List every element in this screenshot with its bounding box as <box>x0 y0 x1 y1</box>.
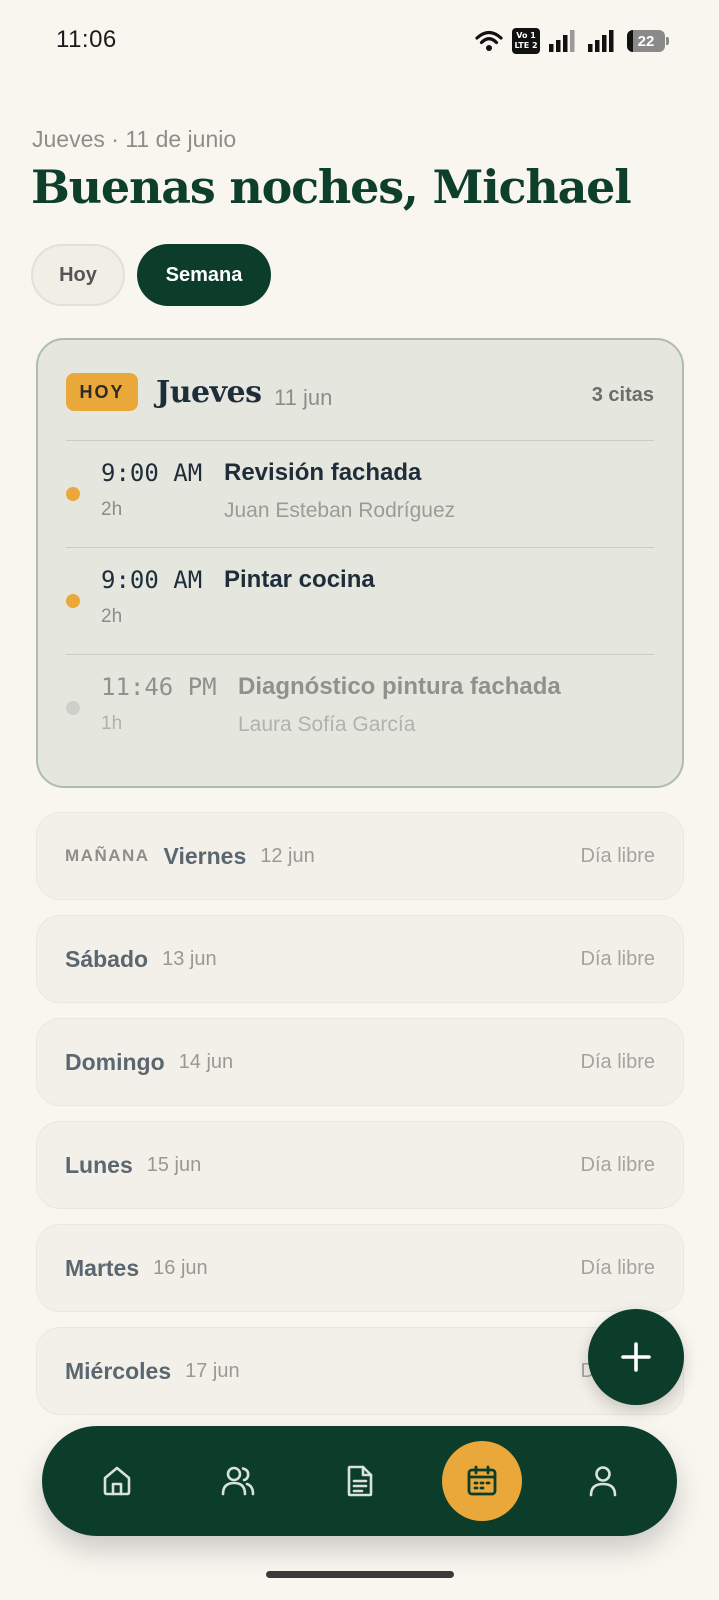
day-date: 12 jun <box>260 844 315 867</box>
appointment-item[interactable]: 9:00 AM 2h Pintar cocina <box>38 550 682 655</box>
wifi-icon <box>475 30 503 51</box>
nav-profile[interactable] <box>563 1441 643 1521</box>
battery-icon: 22 <box>627 30 669 52</box>
divider <box>66 654 654 655</box>
day-date: 14 jun <box>178 1050 234 1073</box>
day-status: Día libre <box>580 947 655 970</box>
signal-icon <box>588 30 614 52</box>
day-date: 16 jun <box>153 1256 208 1279</box>
status-dot <box>66 701 80 715</box>
day-name: Sábado <box>65 945 149 972</box>
divider <box>66 547 654 548</box>
appointment-time: 9:00 AM <box>101 566 203 594</box>
nav-calendar[interactable] <box>442 1441 522 1521</box>
today-card[interactable]: HOY Jueves 11 jun 3 citas 9:00 AM 2h Rev… <box>36 338 684 788</box>
day-tag: MAÑANA <box>65 846 150 865</box>
appointment-duration: 2h <box>101 606 123 627</box>
appointment-item[interactable]: 9:00 AM 2h Revisión fachada Juan Esteban… <box>38 443 682 548</box>
user-icon <box>589 1466 617 1497</box>
divider <box>66 440 654 441</box>
day-name: Miércoles <box>65 1357 172 1384</box>
status-icons: Vo 1 LTE 2 22 <box>475 28 669 54</box>
day-row-lunes[interactable]: Lunes 15 jun Día libre <box>36 1121 684 1209</box>
add-appointment-button[interactable] <box>588 1309 684 1405</box>
day-row-martes[interactable]: Martes 16 jun Día libre <box>36 1224 684 1312</box>
day-status: Día libre <box>580 1153 655 1176</box>
toggle-semana[interactable]: Semana <box>137 244 271 306</box>
day-status: Día libre <box>580 844 655 867</box>
signal-icon <box>549 30 575 52</box>
status-time: 11:06 <box>56 26 117 53</box>
nav-home[interactable] <box>77 1441 157 1521</box>
document-icon <box>347 1465 373 1497</box>
volte-top: Vo 1 <box>516 31 536 40</box>
day-row-viernes[interactable]: MAÑANA Viernes 12 jun Día libre <box>36 812 684 900</box>
appointment-title: Diagnóstico pintura fachada <box>238 673 561 700</box>
day-status: Día libre <box>580 1050 655 1073</box>
users-icon <box>221 1466 255 1496</box>
plus-icon <box>621 1342 651 1372</box>
day-name: Lunes <box>65 1151 133 1178</box>
appointment-count: 3 citas <box>591 384 654 406</box>
appointment-item[interactable]: 11:46 PM 1h Diagnóstico pintura fachada … <box>38 657 682 762</box>
home-icon <box>103 1466 131 1496</box>
volte-bottom: LTE 2 <box>514 41 538 50</box>
day-name: Martes <box>65 1254 140 1281</box>
status-bar: 11:06 Vo 1 LTE 2 22 <box>0 0 719 84</box>
appointment-title: Revisión fachada <box>224 459 422 486</box>
calendar-icon <box>467 1465 497 1496</box>
appointment-client: Juan Esteban Rodríguez <box>224 499 456 522</box>
battery-level: 22 <box>637 32 655 50</box>
day-name: Domingo <box>65 1048 165 1075</box>
day-name: Viernes <box>163 842 247 869</box>
today-date: 11 jun <box>274 385 333 410</box>
appointment-client: Laura Sofía García <box>238 713 416 736</box>
day-row-sabado[interactable]: Sábado 13 jun Día libre <box>36 915 684 1003</box>
home-indicator[interactable] <box>266 1571 454 1578</box>
day-date: 15 jun <box>146 1153 202 1176</box>
bottom-nav <box>42 1426 677 1536</box>
nav-documents[interactable] <box>320 1441 400 1521</box>
day-row-domingo[interactable]: Domingo 14 jun Día libre <box>36 1018 684 1106</box>
today-day: Jueves <box>156 375 262 410</box>
toggle-hoy[interactable]: Hoy <box>31 244 125 306</box>
header-date: Jueves · 11 de junio <box>32 126 237 152</box>
appointment-duration: 2h <box>101 499 123 520</box>
page-title: Buenas noches, Michael <box>31 160 632 214</box>
appointment-title: Pintar cocina <box>224 566 375 593</box>
status-dot <box>66 594 80 608</box>
day-date: 13 jun <box>162 947 217 970</box>
appointment-time: 11:46 PM <box>101 673 217 701</box>
day-status: Día libre <box>580 1256 655 1279</box>
day-row-miercoles[interactable]: Miércoles 17 jun Día libre <box>36 1327 684 1415</box>
volte-icon: Vo 1 LTE 2 <box>512 28 540 54</box>
today-badge: HOY <box>66 373 138 411</box>
appointment-time: 9:00 AM <box>101 459 203 487</box>
nav-clients[interactable] <box>198 1441 278 1521</box>
appointment-duration: 1h <box>101 713 123 734</box>
status-dot <box>66 487 80 501</box>
day-date: 17 jun <box>185 1359 240 1382</box>
